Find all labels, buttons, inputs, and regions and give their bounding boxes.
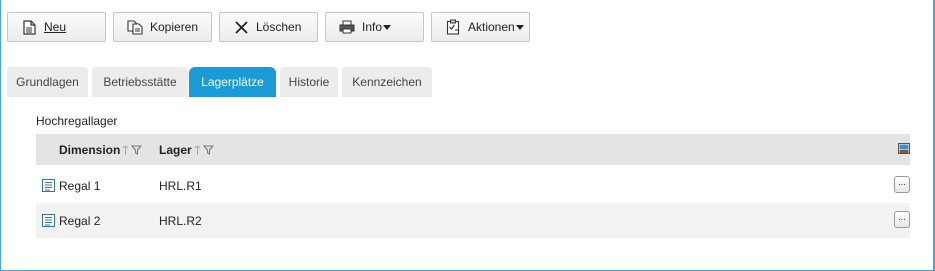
column-header-lager[interactable]: Lager <box>159 143 214 157</box>
chevron-down-icon <box>383 24 392 30</box>
copy-icon <box>126 18 144 36</box>
info-button[interactable]: Info <box>325 12 424 42</box>
cell-dimension: Regal 1 <box>59 179 101 193</box>
tab-grundlagen[interactable]: Grundlagen <box>7 67 88 97</box>
tab-label: Historie <box>288 75 330 89</box>
grid-header: Dimension Lager <box>36 134 910 165</box>
close-icon <box>232 18 250 36</box>
tab-label: Grundlagen <box>16 75 79 89</box>
copy-button-label: Kopieren <box>150 20 199 34</box>
column-header-label: Lager <box>159 143 192 157</box>
table-row[interactable]: Regal 2 HRL.R2 ... <box>36 203 910 238</box>
printer-icon <box>338 18 356 36</box>
new-button-label: Neu <box>44 20 67 34</box>
section-title: Hochregallager <box>36 114 118 128</box>
document-icon <box>20 18 38 36</box>
row-more-button[interactable]: ... <box>894 176 910 193</box>
delete-button-label: Löschen <box>256 20 302 34</box>
tab-kennzeichen[interactable]: Kennzeichen <box>342 67 432 97</box>
sort-arrows-icon[interactable] <box>121 144 130 156</box>
actions-button-label: Aktionen <box>468 20 515 34</box>
cell-dimension: Regal 2 <box>59 214 101 228</box>
tab-label: Betriebsstätte <box>103 75 177 89</box>
copy-button[interactable]: Kopieren <box>113 12 212 42</box>
tab-historie[interactable]: Historie <box>280 67 338 97</box>
new-button[interactable]: Neu <box>7 12 106 42</box>
info-button-label: Info <box>362 20 383 34</box>
column-header-label: Dimension <box>59 143 121 157</box>
list-document-icon <box>42 179 55 192</box>
clipboard-icon <box>444 18 462 36</box>
chevron-down-icon <box>515 24 524 30</box>
filter-icon[interactable] <box>202 145 214 155</box>
column-header-dimension[interactable]: Dimension <box>59 143 143 157</box>
cell-lager: HRL.R1 <box>159 179 202 193</box>
table-row[interactable]: Regal 1 HRL.R1 ... <box>36 168 910 203</box>
sort-arrows-icon[interactable] <box>193 144 202 156</box>
cell-lager: HRL.R2 <box>159 214 202 228</box>
tab-label: Lagerplätze <box>201 75 264 89</box>
list-document-icon <box>42 214 55 227</box>
delete-button[interactable]: Löschen <box>219 12 318 42</box>
tab-label: Kennzeichen <box>352 75 422 89</box>
tab-betriebsstaette[interactable]: Betriebsstätte <box>92 67 188 97</box>
tab-lagerplaetze[interactable]: Lagerplätze <box>189 67 276 97</box>
row-more-button[interactable]: ... <box>894 211 910 228</box>
column-chooser-icon[interactable] <box>898 143 910 154</box>
actions-button[interactable]: Aktionen <box>431 12 530 42</box>
filter-icon[interactable] <box>131 145 143 155</box>
